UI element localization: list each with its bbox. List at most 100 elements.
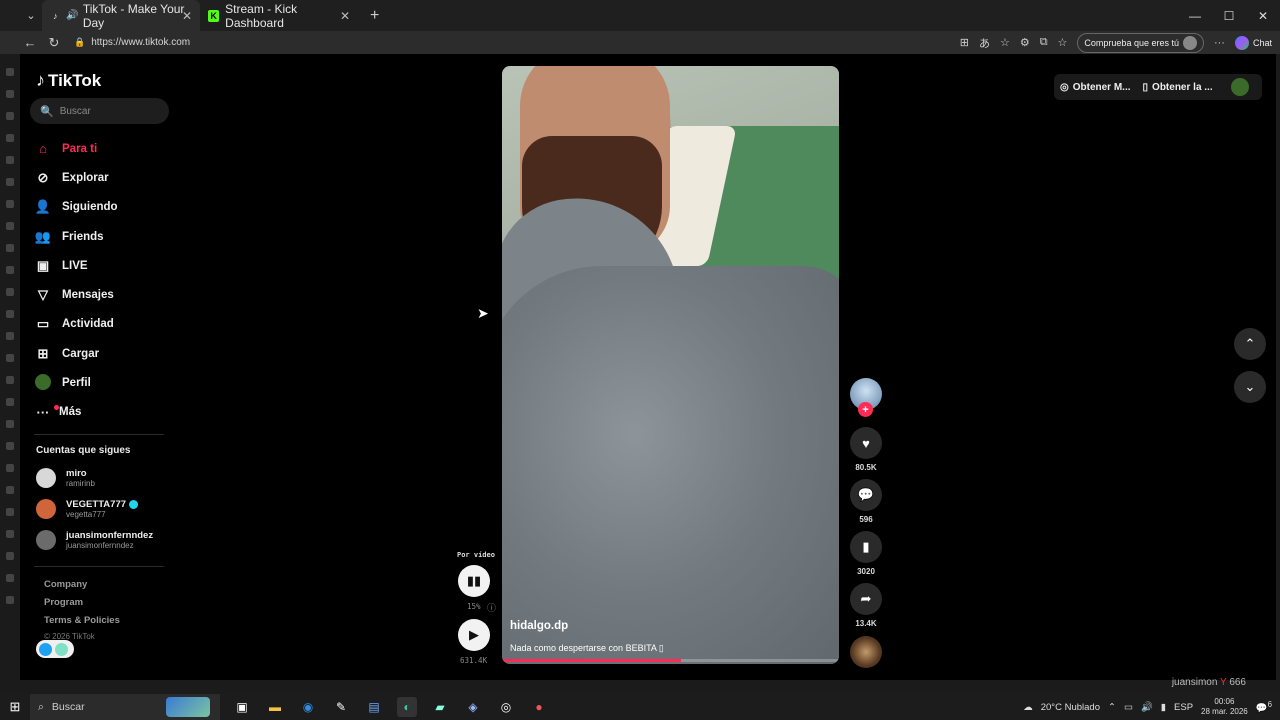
close-window-icon[interactable]: ✕ — [1246, 9, 1280, 23]
get-app-button[interactable]: ▯ Obtener la ... — [1137, 82, 1219, 93]
chat-label: Chat — [1252, 37, 1272, 48]
task-view-icon[interactable]: ▣ — [232, 697, 252, 717]
language-indicator[interactable]: ESP — [1174, 702, 1193, 713]
sidebar-item-label: Más — [59, 406, 82, 419]
tab-tiktok[interactable]: ♪ 🔊 TikTok - Make Your Day ✕ — [42, 0, 200, 31]
video-player[interactable]: hidalgo.dp Nada como despertarse con BEB… — [502, 66, 839, 664]
app-icon[interactable]: ● — [529, 697, 549, 717]
upload-icon: ⊞ — [37, 345, 49, 361]
search-input[interactable]: 🔍 Buscar — [30, 98, 169, 124]
profile-avatar[interactable] — [1230, 78, 1249, 96]
kick-favicon-icon: K — [208, 9, 220, 22]
edge-icon[interactable]: ◐ — [397, 697, 417, 717]
sidebar-item-actividad[interactable]: ▭ Actividad — [34, 310, 118, 339]
address-bar: ← ↻ 🔒 https://www.tiktok.com ⊞ あ ☆ ⚙ ⧉ ☆… — [0, 31, 1280, 54]
network-icon[interactable]: ▭ — [1124, 702, 1133, 713]
sidebar-item-siguiendo[interactable]: 👤 Siguiendo — [34, 193, 118, 222]
tiktok-note-icon: ♪ — [36, 70, 45, 90]
comment-count: 596 — [859, 515, 873, 524]
follow-plus-icon[interactable]: + — [858, 402, 873, 417]
video-author[interactable]: hidalgo.dp — [510, 620, 568, 632]
windows-start-icon[interactable]: ⊞ — [0, 699, 30, 715]
sidebar-item-label: Mensajes — [62, 289, 114, 302]
maximize-icon[interactable]: ☐ — [1212, 9, 1246, 23]
play-button[interactable]: ▶ — [458, 619, 490, 651]
share-button[interactable]: ➦ 13.4K — [850, 583, 882, 628]
chevron-up-icon[interactable]: ⌃ — [1108, 702, 1116, 713]
footer-link-company[interactable]: Company — [44, 579, 87, 590]
previous-video-chevron-up-icon[interactable]: ⌃ — [1234, 328, 1266, 360]
clock[interactable]: 00:06 28 mar. 2026 — [1201, 697, 1248, 717]
app-icon[interactable]: ✎ — [331, 697, 351, 717]
split-screen-icon[interactable]: ⧉ — [1040, 36, 1048, 49]
sidebar-item-para-ti[interactable]: ⌂ Para ti — [34, 134, 118, 163]
sidebar-item-perfil[interactable]: Perfil — [34, 368, 118, 397]
per-video-label: Por vídeo — [457, 551, 495, 559]
copilot-icon — [1234, 35, 1249, 50]
get-coins-button[interactable]: ◎ Obtener M... — [1054, 82, 1137, 93]
next-video-chevron-down-icon[interactable]: ⌄ — [1234, 371, 1266, 403]
sidebar-item-mensajes[interactable]: ▽ Mensajes — [34, 280, 118, 309]
outlook-icon[interactable]: ◉ — [298, 697, 318, 717]
account-handle: ramirinb — [66, 479, 95, 488]
close-tab-icon[interactable]: ✕ — [340, 9, 350, 23]
battery-icon[interactable]: ▮ — [1161, 702, 1166, 713]
notification-icon[interactable]: 💬6 — [1256, 700, 1272, 714]
clock-time: 00:06 — [1214, 697, 1235, 706]
sidebar-item-mas[interactable]: ··· Más — [34, 398, 118, 427]
copilot-chat-button[interactable]: Chat — [1234, 35, 1272, 50]
reload-icon[interactable]: ↻ — [42, 35, 66, 51]
sidebar-item-label: Actividad — [62, 318, 114, 331]
comment-button[interactable]: 💬 596 — [850, 479, 882, 524]
footer-link-terms[interactable]: Terms & Policies — [44, 615, 120, 626]
sidebar-item-explorar[interactable]: ⊘ Explorar — [34, 163, 118, 192]
lock-icon[interactable]: 🔒 — [74, 37, 85, 48]
following-account[interactable]: miro ramirinb — [36, 468, 95, 488]
favorites-icon[interactable]: ☆ — [1058, 36, 1068, 49]
back-icon[interactable]: ← — [18, 35, 42, 50]
tiktok-logo[interactable]: ♪ TikTok — [36, 70, 101, 91]
app-icon[interactable]: ▤ — [364, 697, 384, 717]
music-disc[interactable] — [850, 636, 882, 668]
sidebar-item-cargar[interactable]: ⊞ Cargar — [34, 339, 118, 368]
extension-pill[interactable] — [36, 640, 74, 658]
cloud-icon[interactable]: ☁ — [1023, 702, 1033, 713]
taskbar-search[interactable]: ⌕ Buscar — [30, 694, 220, 720]
following-account[interactable]: juansimonfernndez juansimonfernndez — [36, 530, 153, 550]
profile-avatar — [1182, 35, 1197, 50]
video-progress-bar[interactable] — [502, 659, 839, 662]
views-label: 631.4K — [460, 656, 488, 665]
app-available-icon[interactable]: ⊞ — [960, 36, 969, 49]
footer-link-program[interactable]: Program — [44, 597, 83, 608]
extensions-icon[interactable]: ⚙ — [1020, 36, 1030, 49]
tab-kick[interactable]: K Stream - Kick Dashboard ✕ — [200, 0, 358, 31]
menu-dots-icon[interactable]: ··· — [1214, 37, 1225, 49]
speaker-icon[interactable]: 🔊 — [66, 10, 78, 21]
bars-icon[interactable]: ▮▮ — [458, 565, 490, 597]
save-button[interactable]: ▮ 3020 — [850, 531, 882, 576]
stream-user: juansimon — [1171, 677, 1218, 688]
sidebar-item-live[interactable]: ▣ LIVE — [34, 251, 118, 280]
share-count: 13.4K — [855, 619, 877, 628]
following-account[interactable]: VEGETTA777 vegetta777 — [36, 499, 139, 519]
minimize-icon[interactable]: — — [1178, 9, 1212, 23]
obs-icon[interactable]: ◎ — [496, 697, 516, 717]
translate-icon[interactable]: あ — [979, 35, 990, 51]
new-tab-icon[interactable]: + — [370, 7, 379, 25]
volume-icon[interactable]: 🔊 — [1141, 702, 1153, 713]
verify-profile-button[interactable]: Comprueba que eres tú — [1077, 32, 1204, 53]
weather-text[interactable]: 20°C Nublado — [1041, 702, 1100, 713]
tab-list-chevron-icon[interactable]: ⌄ — [20, 5, 42, 27]
steam-icon[interactable]: ◈ — [463, 697, 483, 717]
sidebar-item-friends[interactable]: 👥 Friends — [34, 222, 118, 251]
clock-date: 28 mar. 2026 — [1201, 707, 1248, 716]
notepad-icon[interactable]: ▰ — [430, 697, 450, 717]
info-icon[interactable]: ⓘ — [487, 601, 496, 614]
url-field[interactable]: 🔒 https://www.tiktok.com — [74, 37, 190, 48]
like-button[interactable]: ♥ 80.5K — [850, 427, 882, 472]
sidebar-menu: ⌂ Para ti ⊘ Explorar 👤 Siguiendo 👥 Frien… — [34, 134, 118, 427]
close-tab-icon[interactable]: ✕ — [182, 9, 192, 23]
favorite-star-icon[interactable]: ☆ — [1000, 36, 1010, 49]
file-explorer-icon[interactable]: ▬ — [265, 697, 285, 717]
notification-count: 6 — [1267, 699, 1272, 709]
